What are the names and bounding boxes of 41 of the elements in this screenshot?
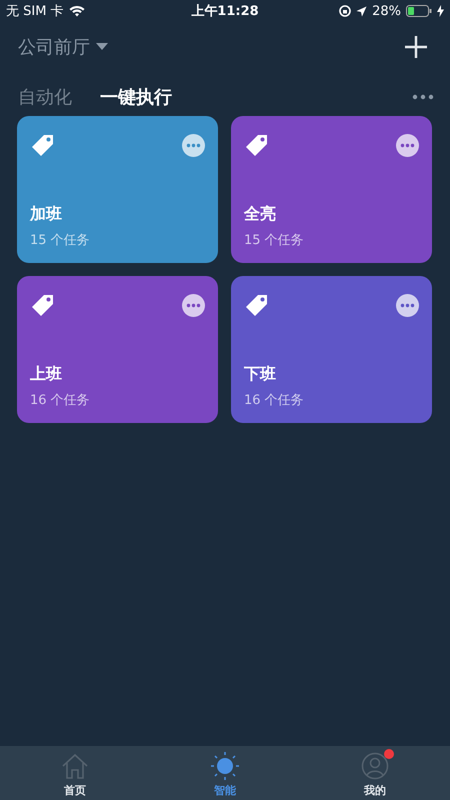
tag-icon <box>244 294 268 318</box>
home-icon <box>61 753 89 779</box>
status-time: 上午11:28 <box>191 3 259 20</box>
nav-tab[interactable]: 智能 <box>185 751 265 798</box>
scene-card[interactable]: 全亮 15 个任务 <box>231 116 432 263</box>
scene-card[interactable]: 加班 15 个任务 <box>17 116 218 263</box>
carrier-text: 无 SIM 卡 <box>6 3 64 20</box>
card-title: 加班 <box>30 204 63 225</box>
tab[interactable]: 一键执行 <box>100 85 172 109</box>
more-button-icon[interactable] <box>396 294 419 317</box>
rotation-lock-icon <box>339 5 352 17</box>
wifi-icon <box>68 5 85 17</box>
charging-icon <box>436 5 444 17</box>
sun-icon <box>211 752 239 780</box>
tag-icon <box>30 294 54 318</box>
task-count: 16 个任务 <box>244 392 305 409</box>
more-button-icon[interactable] <box>396 134 419 157</box>
tag-icon <box>30 134 54 158</box>
nav-tab[interactable]: 我的 <box>335 751 415 798</box>
task-count: 16 个任务 <box>30 392 91 409</box>
task-count: 15 个任务 <box>30 232 91 249</box>
tab[interactable]: 自动化 <box>18 85 72 109</box>
card-title: 下班 <box>244 364 277 385</box>
user-icon <box>361 752 389 780</box>
add-icon[interactable] <box>404 35 428 59</box>
battery-percent: 28% <box>372 4 401 18</box>
card-title: 全亮 <box>244 204 277 225</box>
nav-tab[interactable]: 首页 <box>35 751 115 798</box>
notification-dot <box>384 749 394 759</box>
more-icon[interactable] <box>412 94 434 100</box>
tag-icon <box>244 134 268 158</box>
scene-card[interactable]: 下班 16 个任务 <box>231 276 432 423</box>
location-dropdown[interactable]: 公司前厅 <box>18 35 108 59</box>
scene-card[interactable]: 上班 16 个任务 <box>17 276 218 423</box>
card-title: 上班 <box>30 364 63 385</box>
location-arrow-icon <box>356 6 368 16</box>
battery-icon <box>406 5 432 17</box>
more-button-icon[interactable] <box>182 134 205 157</box>
more-button-icon[interactable] <box>182 294 205 317</box>
caret-icon <box>96 43 108 51</box>
task-count: 15 个任务 <box>244 232 305 249</box>
